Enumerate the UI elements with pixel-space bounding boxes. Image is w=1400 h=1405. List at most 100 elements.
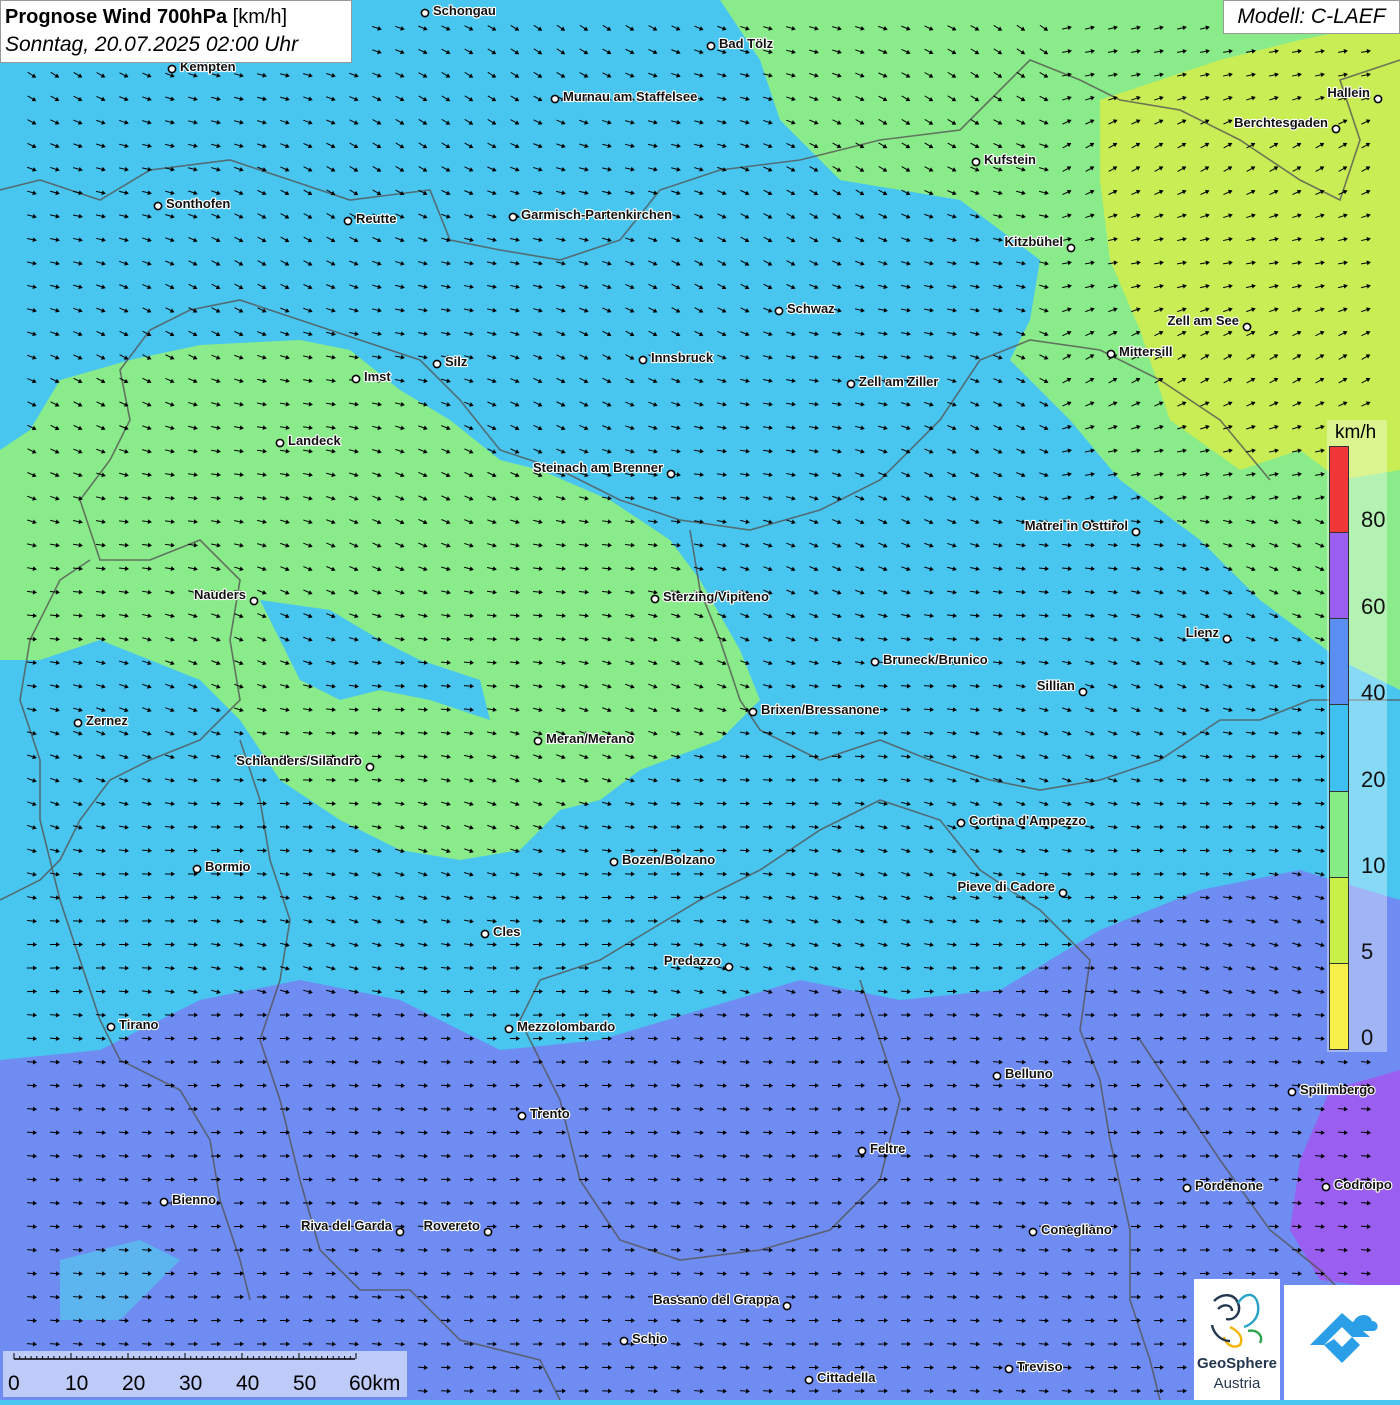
- city-dot: [509, 213, 516, 220]
- city-dot: [1005, 1365, 1012, 1372]
- city-marker: Matrei in Osttirol: [1025, 518, 1140, 536]
- city-label: Pordenone: [1195, 1178, 1263, 1193]
- city-dot: [1288, 1088, 1295, 1095]
- city-dot: [1322, 1183, 1329, 1190]
- city-marker: Sonthofen: [154, 196, 230, 211]
- city-dot: [858, 1147, 865, 1154]
- legend-swatch: [1330, 705, 1348, 791]
- wind-map: SchongauBad TölzKemptenMurnau am Staffel…: [0, 0, 1400, 1400]
- city-dot: [1243, 323, 1250, 330]
- city-label: Belluno: [1005, 1066, 1053, 1081]
- city-dot: [421, 9, 428, 16]
- city-dot: [505, 1025, 512, 1032]
- app-logo[interactable]: [1284, 1285, 1400, 1400]
- city-label: Berchtesgaden: [1234, 115, 1328, 130]
- city-label: Hallein: [1327, 85, 1370, 100]
- city-label: Zell am See: [1167, 313, 1239, 328]
- city-label: Feltre: [870, 1141, 905, 1156]
- city-marker: Murnau am Staffelsee: [551, 89, 697, 104]
- city-dot: [972, 158, 979, 165]
- city-dot: [484, 1228, 491, 1235]
- city-label: Schlanders/Silandro: [236, 753, 362, 768]
- city-dot: [707, 42, 714, 49]
- city-marker: Pordenone: [1183, 1178, 1263, 1193]
- city-label: Codroipo: [1334, 1177, 1392, 1192]
- scale-bar: 0102030405060km: [3, 1351, 407, 1397]
- legend-tick-label: 80: [1361, 507, 1385, 533]
- city-dot: [1079, 688, 1086, 695]
- city-label: Imst: [364, 369, 391, 384]
- scale-label: 20: [122, 1372, 145, 1396]
- city-dot: [805, 1376, 812, 1383]
- city-label: Sonthofen: [166, 196, 230, 211]
- city-dot: [775, 307, 782, 314]
- title-box: Prognose Wind 700hPa [km/h] Sonntag, 20.…: [0, 0, 352, 63]
- city-dot: [154, 202, 161, 209]
- city-dot: [107, 1023, 114, 1030]
- city-marker: Bassano del Grappa: [653, 1292, 790, 1310]
- scale-bar-line: [3, 1351, 407, 1373]
- city-marker: Garmisch-Partenkirchen: [509, 207, 672, 222]
- city-marker: Conegliano: [1029, 1222, 1111, 1237]
- city-label: Bozen/Bolzano: [622, 852, 715, 867]
- city-label: Pieve di Cadore: [957, 879, 1055, 894]
- scale-label: 10: [65, 1372, 88, 1396]
- city-label: Innsbruck: [651, 350, 714, 365]
- scale-label: 50: [293, 1372, 316, 1396]
- city-label: Schio: [632, 1331, 667, 1346]
- legend-swatch: [1330, 619, 1348, 705]
- city-dot: [1332, 125, 1339, 132]
- city-marker: Steinach am Brenner: [533, 460, 675, 478]
- city-label: Riva del Garda: [301, 1218, 393, 1233]
- city-marker: Zell am See: [1167, 313, 1250, 331]
- city-dot: [74, 719, 81, 726]
- city-dot: [749, 708, 756, 715]
- city-dot: [551, 95, 558, 102]
- city-dot: [667, 470, 674, 477]
- legend-swatch: [1330, 447, 1348, 533]
- geosphere-emblem-icon: [1194, 1279, 1280, 1355]
- city-label: Bienno: [172, 1192, 216, 1207]
- city-marker: Schlanders/Silandro: [236, 753, 373, 771]
- city-dot: [1107, 350, 1114, 357]
- city-label: Trento: [530, 1106, 570, 1121]
- city-label: Landeck: [288, 433, 342, 448]
- city-marker: Zell am Ziller: [847, 374, 938, 389]
- city-marker: Innsbruck: [639, 350, 713, 365]
- city-dot: [1029, 1228, 1036, 1235]
- city-label: Kitzbühel: [1005, 234, 1064, 249]
- city-dot: [518, 1112, 525, 1119]
- city-label: Kufstein: [984, 152, 1036, 167]
- city-label: Bormio: [205, 859, 251, 874]
- city-label: Conegliano: [1041, 1222, 1112, 1237]
- city-dot: [160, 1198, 167, 1205]
- city-label: Brixen/Bressanone: [761, 702, 880, 717]
- city-dot: [783, 1302, 790, 1309]
- legend-tick-label: 10: [1361, 853, 1385, 879]
- city-marker: Brixen/Bressanone: [749, 702, 879, 717]
- scale-label: 60km: [349, 1372, 400, 1396]
- geosphere-logo[interactable]: GeoSphere Austria: [1194, 1279, 1280, 1400]
- city-label: Predazzo: [664, 953, 721, 968]
- scale-label: 40: [236, 1372, 259, 1396]
- city-marker: Riva del Garda: [301, 1218, 404, 1236]
- city-label: Murnau am Staffelsee: [563, 89, 697, 104]
- city-dot: [344, 217, 351, 224]
- city-dot: [352, 375, 359, 382]
- legend-unit: km/h: [1335, 422, 1376, 444]
- city-marker: Berchtesgaden: [1234, 115, 1340, 133]
- city-marker: Bruneck/Brunico: [871, 652, 987, 667]
- city-dot: [433, 360, 440, 367]
- city-label: Zernez: [86, 713, 128, 728]
- city-dot: [366, 763, 373, 770]
- city-dot: [168, 65, 175, 72]
- city-label: Cittadella: [817, 1370, 876, 1385]
- city-label: Cles: [493, 924, 520, 939]
- city-dot: [1067, 244, 1074, 251]
- city-dot: [481, 930, 488, 937]
- city-label: Sterzing/Vipiteno: [663, 589, 769, 604]
- map-title: Prognose Wind 700hPa [km/h]: [5, 4, 347, 31]
- color-legend: km/h 806040201050: [1327, 420, 1387, 1052]
- map-title-main: Prognose Wind 700hPa: [5, 6, 227, 28]
- legend-swatch: [1330, 792, 1348, 878]
